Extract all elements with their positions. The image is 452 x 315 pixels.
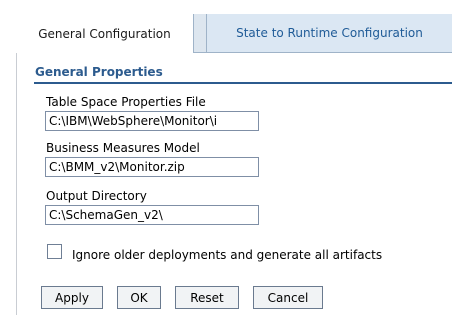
ignore-older-deployments-checkbox[interactable] <box>47 244 62 259</box>
output-directory-label: Output Directory <box>46 189 147 203</box>
tab-state-to-runtime-configuration[interactable]: State to Runtime Configuration <box>206 14 452 52</box>
output-directory-input[interactable] <box>45 205 259 225</box>
ignore-older-deployments-label: Ignore older deployments and generate al… <box>72 248 383 262</box>
tab-general-configuration[interactable]: General Configuration <box>16 14 194 53</box>
apply-button[interactable]: Apply <box>41 286 103 309</box>
table-space-properties-file-label: Table Space Properties File <box>46 95 206 109</box>
section-divider <box>34 82 452 84</box>
business-measures-model-input[interactable] <box>45 157 259 177</box>
reset-button[interactable]: Reset <box>175 286 239 309</box>
table-space-properties-file-input[interactable] <box>45 111 259 131</box>
section-title: General Properties <box>35 65 163 79</box>
business-measures-model-label: Business Measures Model <box>46 141 200 155</box>
ok-button[interactable]: OK <box>117 286 161 309</box>
tab-bar: General Configuration State to Runtime C… <box>16 14 452 53</box>
cancel-button[interactable]: Cancel <box>253 286 323 309</box>
